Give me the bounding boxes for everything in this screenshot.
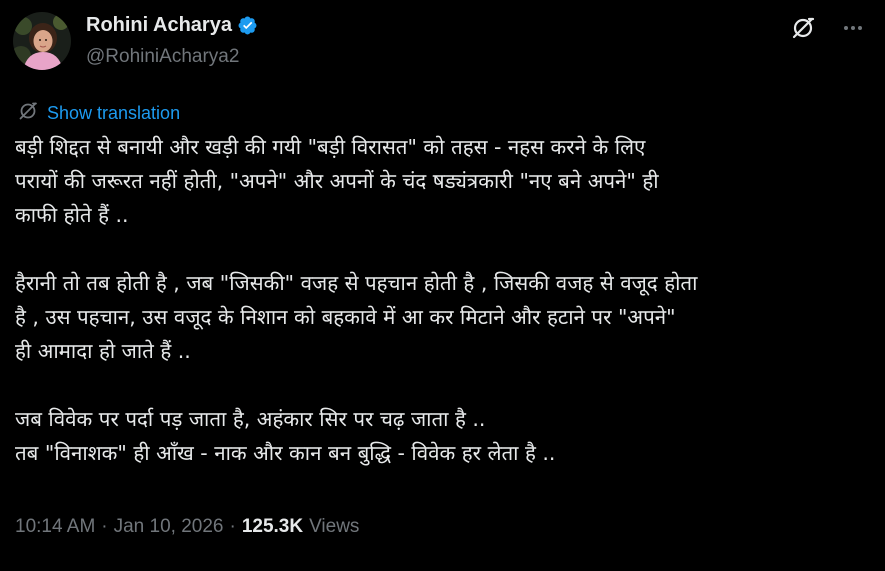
grok-icon[interactable]	[789, 14, 817, 42]
paragraph-1: बड़ी शिद्दत से बनायी और खड़ी की गयी "बड़…	[15, 130, 875, 232]
meta-separator: ·	[101, 516, 108, 537]
avatar-image	[13, 12, 71, 70]
views-label: Views	[309, 516, 360, 537]
tweet-time[interactable]: 10:14 AM	[15, 516, 95, 538]
avatar[interactable]	[13, 12, 71, 70]
author-display-name[interactable]: Rohini Acharya	[86, 14, 232, 37]
show-translation-button[interactable]: Show translation	[17, 100, 180, 126]
more-options-icon[interactable]	[839, 14, 867, 42]
show-translation-label[interactable]: Show translation	[47, 103, 180, 124]
text-line: जब विवेक पर पर्दा पड़ जाता है, अहंकार सि…	[15, 407, 486, 431]
tweet-date[interactable]: Jan 10, 2026	[114, 516, 224, 538]
verified-badge-icon[interactable]	[237, 15, 258, 36]
author-handle[interactable]: @RohiniAcharya2	[86, 46, 239, 68]
tweet-actions-top	[789, 14, 867, 42]
text-line: तब "विनाशक" ही आँख - नाक और कान बन बुद्ध…	[15, 441, 556, 465]
translate-icon	[17, 100, 39, 126]
text-line: काफी होते हैं ..	[15, 203, 129, 227]
tweet: Rohini Acharya @RohiniAcharya2 Show tran…	[0, 0, 885, 571]
text-line: है , उस पहचान, उस वजूद के निशान को बहकाव…	[15, 305, 676, 329]
tweet-body: बड़ी शिद्दत से बनायी और खड़ी की गयी "बड़…	[15, 130, 875, 470]
paragraph-3: जब विवेक पर पर्दा पड़ जाता है, अहंकार सि…	[15, 402, 875, 470]
views-count[interactable]: 125.3K	[242, 516, 303, 538]
paragraph-2: हैरानी तो तब होती है , जब "जिसकी" वजह से…	[15, 266, 875, 368]
meta-separator: ·	[229, 516, 236, 537]
author-name-row: Rohini Acharya	[86, 14, 258, 37]
text-line: हैरानी तो तब होती है , जब "जिसकी" वजह से…	[15, 271, 698, 295]
text-line: बड़ी शिद्दत से बनायी और खड़ी की गयी "बड़…	[15, 135, 646, 159]
text-line: परायों की जरूरत नहीं होती, "अपने" और अपन…	[15, 169, 659, 193]
text-line: ही आमादा हो जाते हैं ..	[15, 339, 191, 363]
tweet-meta: 10:14 AM · Jan 10, 2026 · 125.3K Views	[15, 516, 359, 538]
